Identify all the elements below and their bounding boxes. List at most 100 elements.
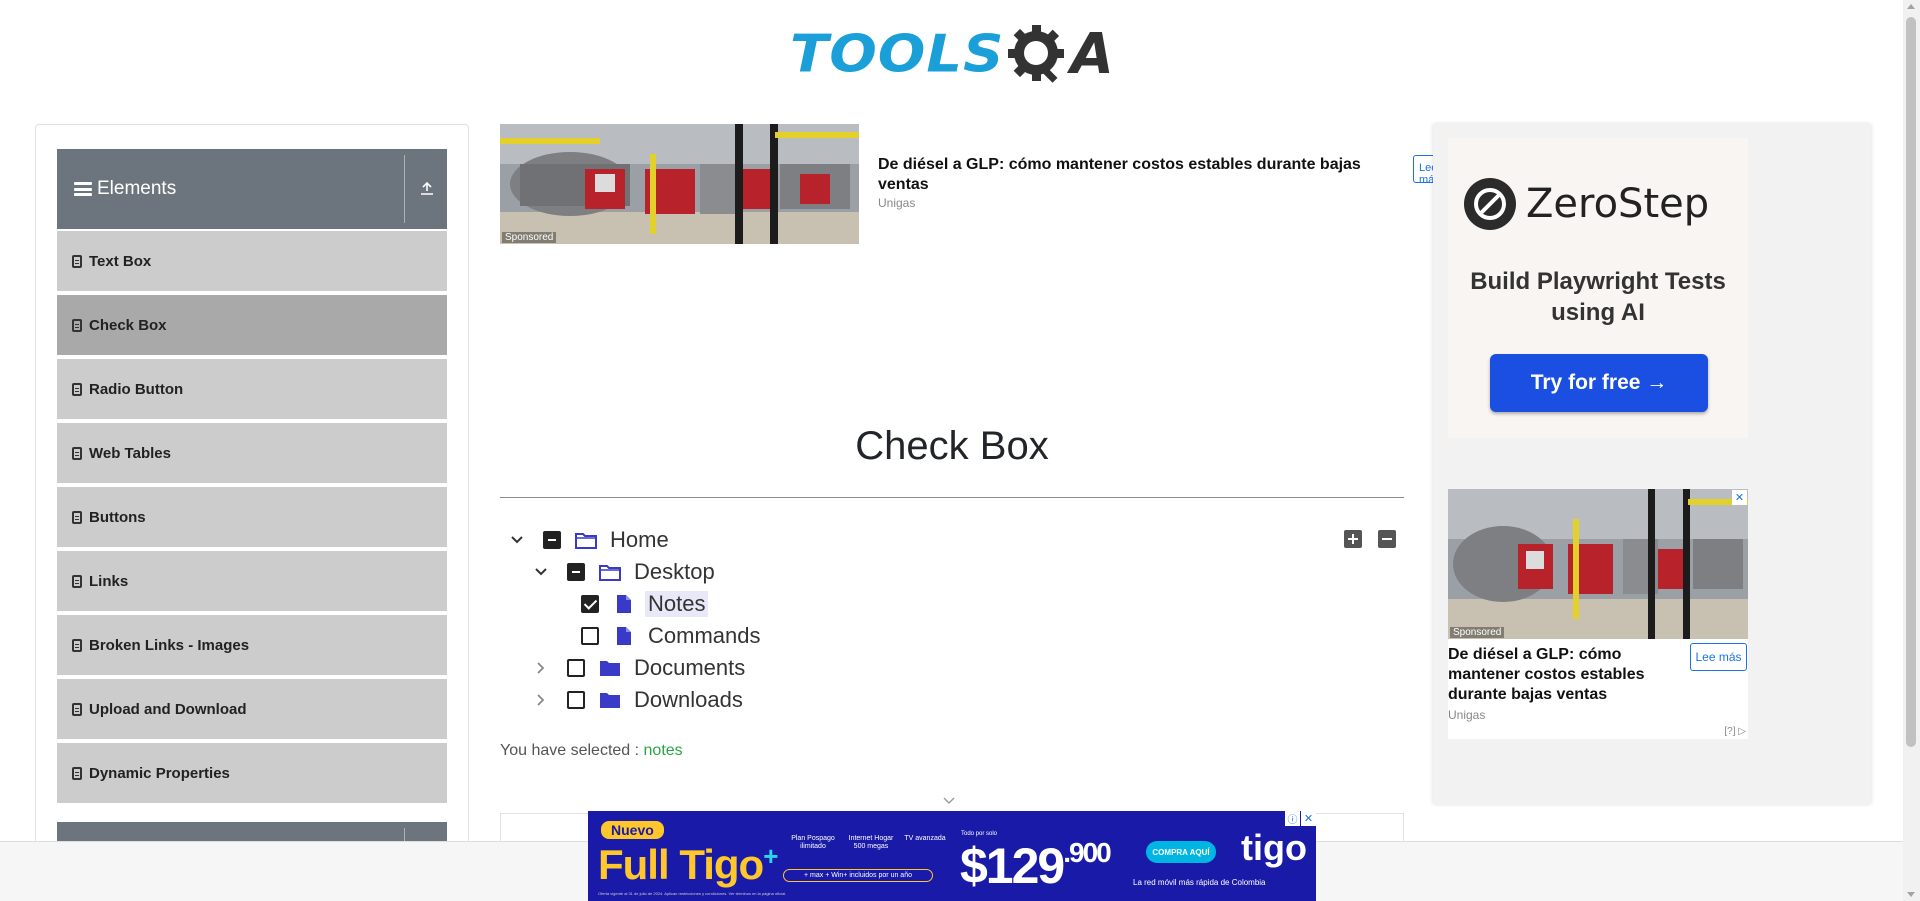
header-divider: [404, 155, 405, 223]
lee-mas-button[interactable]: Lee más: [1413, 155, 1433, 183]
scrollbar-thumb[interactable]: [1906, 17, 1916, 747]
left-panel: Elements Text Box Check Box Radio Button…: [35, 124, 469, 901]
chevron-down-icon[interactable]: [507, 530, 527, 550]
zerostep-ad[interactable]: ZeroStep Build Playwright Tests using AI…: [1448, 138, 1748, 438]
tree-node-label[interactable]: Documents: [631, 655, 748, 681]
compra-aqui-button[interactable]: COMPRA AQUÍ: [1146, 841, 1216, 863]
document-icon: [72, 702, 82, 716]
banner-brand: Full Tigo+: [598, 841, 778, 889]
checkbox-commands[interactable]: [581, 627, 599, 645]
close-icon[interactable]: ✕: [1732, 490, 1747, 505]
hamburger-icon: [74, 182, 92, 196]
toolsqa-logo[interactable]: TOOLS A: [790, 14, 1115, 94]
sidebar-item-radio-button[interactable]: Radio Button: [57, 359, 447, 421]
document-icon: [72, 766, 82, 780]
folder-icon: [599, 690, 621, 710]
banner-brand-text: Full Tigo: [598, 841, 764, 888]
scroll-down-arrow-icon[interactable]: [1907, 892, 1915, 897]
sidebar-item-check-box[interactable]: Check Box: [57, 295, 447, 357]
adchoices-label: [?]: [1724, 726, 1736, 737]
selection-prefix: You have selected :: [500, 742, 640, 759]
tigo-logo: tigo: [1241, 827, 1307, 868]
checkbox-home[interactable]: [543, 531, 561, 549]
sidebar-item-label: Broken Links - Images: [89, 636, 250, 654]
boiler-ad-image[interactable]: Sponsored ✕: [1448, 489, 1748, 639]
zerostep-tagline: Build Playwright Tests using AI: [1470, 268, 1726, 326]
document-icon: [72, 574, 82, 588]
sidebar-item-label: Check Box: [89, 316, 167, 334]
chevron-right-icon[interactable]: [531, 658, 551, 678]
ad-source: Unigas: [1448, 708, 1486, 722]
logo-text-a: A: [1070, 21, 1114, 87]
tree-node-label[interactable]: Home: [607, 527, 672, 553]
sidebar-item-dynamic-properties[interactable]: Dynamic Properties: [57, 743, 447, 805]
boiler-ad-card[interactable]: Sponsored ✕ De diésel a GLP: cómo manten…: [1448, 489, 1748, 739]
sidebar-item-broken-links-images[interactable]: Broken Links - Images: [57, 615, 447, 677]
adchoices-icon[interactable]: [?] ▷: [1724, 726, 1746, 737]
sidebar-item-text-box[interactable]: Text Box: [57, 231, 447, 293]
zerostep-mark-icon: [1464, 178, 1516, 230]
tree-node-label[interactable]: Downloads: [631, 687, 746, 713]
close-icon[interactable]: ✕: [1301, 811, 1316, 826]
page-scrollbar[interactable]: [1903, 0, 1920, 901]
document-icon: [72, 638, 82, 652]
tigo-banner-ad[interactable]: Nuevo Full Tigo+ Plan Pospago ilimitado …: [588, 811, 1316, 901]
document-icon: [72, 382, 82, 396]
chevron-down-icon[interactable]: [531, 562, 551, 582]
checkbox-documents[interactable]: [567, 659, 585, 677]
ad-source: Unigas: [878, 196, 916, 210]
checkbox-desktop[interactable]: [567, 563, 585, 581]
ad-headline[interactable]: De diésel a GLP: cómo mantener costos es…: [878, 155, 1378, 195]
folder-open-icon: [599, 562, 621, 582]
banner-price-cents: .900: [1063, 837, 1111, 868]
document-icon: [72, 318, 82, 332]
tree-node-label[interactable]: Desktop: [631, 559, 718, 585]
ad-headline[interactable]: De diésel a GLP: cómo mantener costos es…: [1448, 645, 1683, 705]
scroll-up-arrow-icon[interactable]: [1907, 4, 1915, 9]
zerostep-name: ZeroStep: [1526, 181, 1710, 227]
top-ad[interactable]: Sponsored De diésel a GLP: cómo mantener…: [500, 124, 1433, 374]
banner-tagline: La red móvil más rápida de Colombia: [1133, 878, 1266, 887]
lee-mas-button[interactable]: Lee más: [1690, 643, 1747, 671]
tree-node-label[interactable]: Notes: [645, 591, 709, 617]
page-title: Check Box: [855, 424, 1049, 468]
logo-text: TOOLS: [790, 24, 1005, 84]
selection-result: You have selected : notes: [500, 742, 683, 760]
sidebar-item-label: Links: [89, 572, 129, 590]
collapse-all-button[interactable]: [1378, 530, 1396, 548]
ad-info-icon[interactable]: ⓘ: [1285, 811, 1300, 826]
sponsored-label: Sponsored: [502, 232, 557, 243]
folder-icon: [599, 658, 621, 678]
banner-feature-1: Plan Pospago ilimitado: [791, 835, 835, 850]
gear-icon: [1006, 23, 1068, 85]
file-icon: [613, 626, 635, 646]
collapse-up-icon[interactable]: [415, 177, 439, 201]
tree-node-home: Home: [507, 527, 672, 553]
zerostep-logo: ZeroStep: [1464, 178, 1709, 230]
expand-all-button[interactable]: [1344, 530, 1362, 548]
document-icon: [72, 510, 82, 524]
sidebar-item-label: Dynamic Properties: [89, 764, 230, 782]
banner-feature-2: Internet Hogar 500 megas: [848, 835, 894, 850]
banner-feature-3: TV avanzada: [904, 835, 946, 842]
checkbox-downloads[interactable]: [567, 691, 585, 709]
tree-node-commands: Commands: [565, 623, 763, 649]
banner-legal: Oferta vigente al 31 de julio de 2024. A…: [598, 891, 787, 896]
elements-group-header[interactable]: Elements: [57, 149, 447, 229]
banner-badge: Nuevo: [601, 821, 664, 839]
boiler-ad-image[interactable]: Sponsored: [500, 124, 859, 244]
banner-pill: + max + Win+ incluidos por un año: [783, 869, 933, 882]
tree-node-documents: Documents: [531, 655, 748, 681]
sidebar-item-links[interactable]: Links: [57, 551, 447, 613]
chevron-right-icon[interactable]: [531, 690, 551, 710]
sidebar-item-upload-and-download[interactable]: Upload and Download: [57, 679, 447, 741]
file-icon: [613, 594, 635, 614]
try-for-free-button[interactable]: Try for free →: [1490, 354, 1708, 412]
sidebar-item-buttons[interactable]: Buttons: [57, 487, 447, 549]
selection-value: notes: [643, 742, 683, 759]
banner-price: $129.900: [960, 837, 1112, 895]
sponsored-label: Sponsored: [1450, 627, 1505, 638]
sidebar-item-web-tables[interactable]: Web Tables: [57, 423, 447, 485]
checkbox-notes[interactable]: [581, 595, 599, 613]
tree-node-label[interactable]: Commands: [645, 623, 763, 649]
